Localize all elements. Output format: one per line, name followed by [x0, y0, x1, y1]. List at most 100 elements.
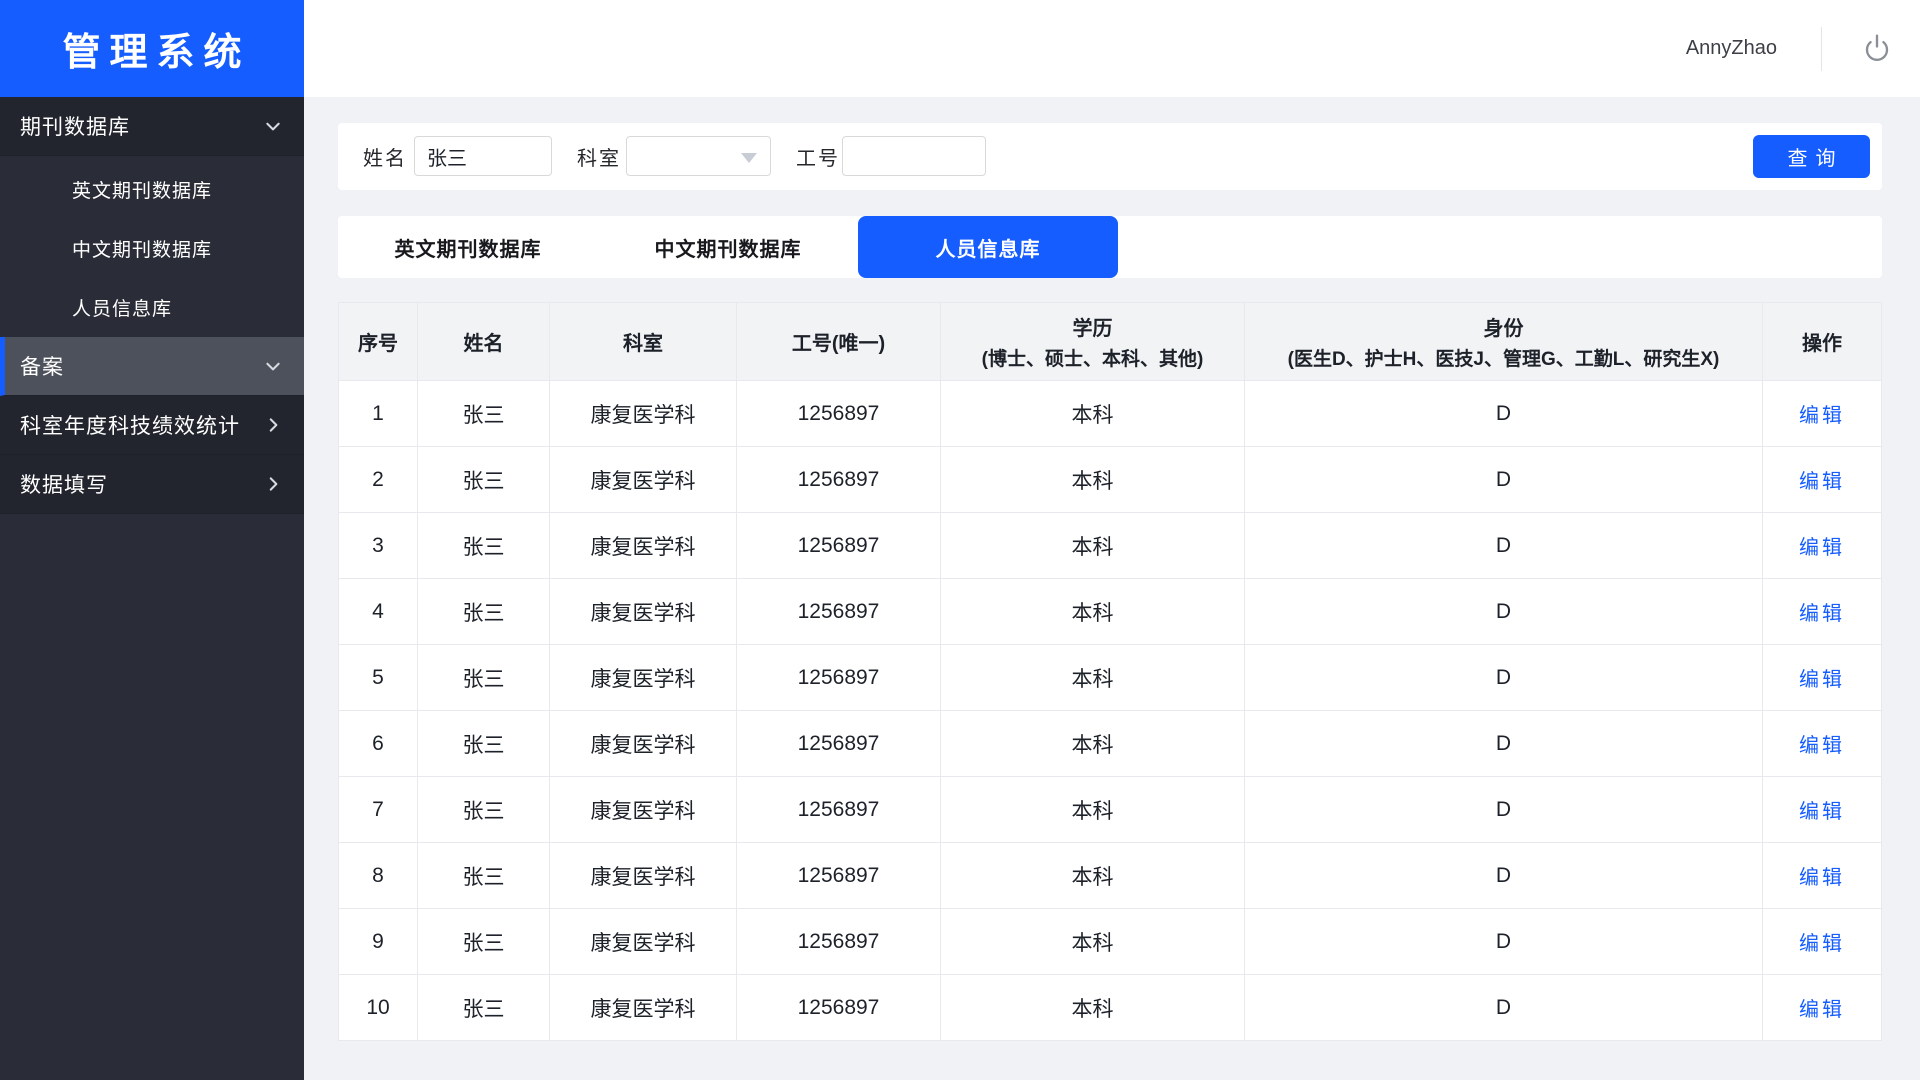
edit-link[interactable]: 编辑: [1799, 927, 1845, 956]
sidebar-item-chinese-journal-db[interactable]: 中文期刊数据库: [0, 219, 304, 278]
name-input[interactable]: [414, 136, 552, 176]
table-body: 1张三康复医学科1256897本科D编辑2张三康复医学科1256897本科D编辑…: [339, 381, 1882, 1041]
cell-department: 康复医学科: [550, 645, 737, 711]
col-header-degree: 学历 (博士、硕士、本科、其他): [941, 303, 1245, 381]
sidebar-item-journal-db[interactable]: 期刊数据库: [0, 97, 304, 156]
cell-name: 张三: [418, 975, 550, 1041]
cell-department: 康复医学科: [550, 843, 737, 909]
cell-identity: D: [1245, 381, 1763, 447]
cell-name: 张三: [418, 447, 550, 513]
cell-department: 康复医学科: [550, 513, 737, 579]
cell-identity: D: [1245, 447, 1763, 513]
cell-identity: D: [1245, 909, 1763, 975]
cell-identity: D: [1245, 975, 1763, 1041]
table-row: 1张三康复医学科1256897本科D 编辑: [339, 381, 1882, 447]
table-row: 2张三康复医学科1256897本科D编辑: [339, 447, 1882, 513]
logout-button[interactable]: [1856, 28, 1898, 70]
edit-link[interactable]: 编辑: [1799, 663, 1845, 692]
cell-identity: D: [1245, 843, 1763, 909]
cell-employee-id: 1256897: [737, 843, 941, 909]
cell-employee-id: 1256897: [737, 909, 941, 975]
cell-index: 1: [339, 381, 418, 447]
cell-index: 8: [339, 843, 418, 909]
chevron-right-icon: [264, 475, 282, 493]
cell-name: 张三: [418, 513, 550, 579]
cell-degree: 本科: [941, 579, 1245, 645]
col-header-department: 科室: [550, 303, 737, 381]
sidebar-item-dept-annual-performance[interactable]: 科室年度科技绩效统计: [0, 396, 304, 455]
sidebar-item-label: 科室年度科技绩效统计: [20, 410, 240, 440]
cell-degree: 本科: [941, 909, 1245, 975]
sidebar: 期刊数据库 英文期刊数据库 中文期刊数据库 人员信息库 备案 科室年度科技绩效统…: [0, 97, 304, 1080]
cell-action: 编辑: [1763, 645, 1882, 711]
cell-identity: D: [1245, 711, 1763, 777]
sidebar-item-label: 备案: [20, 351, 64, 381]
cell-action: 编辑: [1763, 777, 1882, 843]
cell-department: 康复医学科: [550, 975, 737, 1041]
cell-identity: D: [1245, 777, 1763, 843]
cell-action: 编辑: [1763, 381, 1882, 447]
cell-degree: 本科: [941, 513, 1245, 579]
cell-index: 5: [339, 645, 418, 711]
cell-department: 康复医学科: [550, 381, 737, 447]
topbar-divider: [1821, 27, 1822, 71]
cell-identity: D: [1245, 579, 1763, 645]
tab-english-journal-db[interactable]: 英文期刊数据库: [338, 216, 598, 278]
cell-degree: 本科: [941, 447, 1245, 513]
edit-link[interactable]: 编辑: [1799, 399, 1845, 428]
cell-index: 7: [339, 777, 418, 843]
table-row: 4张三康复医学科1256897本科D 编辑: [339, 579, 1882, 645]
department-select[interactable]: [626, 136, 771, 176]
edit-link[interactable]: 编辑: [1799, 531, 1845, 560]
chevron-down-icon: [264, 357, 282, 375]
cell-degree: 本科: [941, 645, 1245, 711]
cell-action: 编辑: [1763, 975, 1882, 1041]
edit-link[interactable]: 编辑: [1799, 597, 1845, 626]
cell-employee-id: 1256897: [737, 381, 941, 447]
cell-name: 张三: [418, 579, 550, 645]
sidebar-item-label: 英文期刊数据库: [72, 176, 212, 203]
cell-name: 张三: [418, 381, 550, 447]
cell-employee-id: 1256897: [737, 579, 941, 645]
sidebar-item-personnel-db[interactable]: 人员信息库: [0, 278, 304, 337]
name-label: 姓名: [363, 123, 407, 190]
sidebar-item-data-entry[interactable]: 数据填写: [0, 455, 304, 514]
cell-department: 康复医学科: [550, 447, 737, 513]
edit-link[interactable]: 编辑: [1799, 465, 1845, 494]
top-bar: AnnyZhao: [304, 0, 1920, 97]
cell-department: 康复医学科: [550, 909, 737, 975]
cell-employee-id: 1256897: [737, 513, 941, 579]
table-row: 6张三康复医学科1256897本科D编辑: [339, 711, 1882, 777]
tab-personnel-db[interactable]: 人员信息库: [858, 216, 1118, 278]
sidebar-item-label: 期刊数据库: [20, 111, 130, 141]
cell-index: 4: [339, 579, 418, 645]
edit-link[interactable]: 编辑: [1799, 729, 1845, 758]
chevron-right-icon: [264, 416, 282, 434]
power-icon: [1857, 29, 1897, 69]
employee-id-input[interactable]: [842, 136, 986, 176]
table-row: 10张三康复医学科1256897本科D编辑: [339, 975, 1882, 1041]
cell-degree: 本科: [941, 381, 1245, 447]
tab-chinese-journal-db[interactable]: 中文期刊数据库: [598, 216, 858, 278]
cell-action: 编辑: [1763, 843, 1882, 909]
cell-action: 编辑: [1763, 711, 1882, 777]
col-header-index: 序号: [339, 303, 418, 381]
sidebar-item-filing[interactable]: 备案: [0, 337, 304, 396]
cell-department: 康复医学科: [550, 579, 737, 645]
cell-name: 张三: [418, 843, 550, 909]
cell-degree: 本科: [941, 711, 1245, 777]
department-label: 科室: [577, 123, 621, 190]
cell-employee-id: 1256897: [737, 711, 941, 777]
sidebar-item-label: 数据填写: [20, 469, 108, 499]
query-button[interactable]: 查询: [1753, 135, 1870, 178]
cell-action: 编辑: [1763, 579, 1882, 645]
col-header-employee-id: 工号(唯一): [737, 303, 941, 381]
edit-link[interactable]: 编辑: [1799, 993, 1845, 1022]
edit-link[interactable]: 编辑: [1799, 795, 1845, 824]
cell-index: 9: [339, 909, 418, 975]
table-row: 8张三康复医学科1256897本科D编辑: [339, 843, 1882, 909]
edit-link[interactable]: 编辑: [1799, 861, 1845, 890]
sidebar-item-label: 人员信息库: [72, 294, 172, 321]
sidebar-item-english-journal-db[interactable]: 英文期刊数据库: [0, 160, 304, 219]
cell-employee-id: 1256897: [737, 645, 941, 711]
